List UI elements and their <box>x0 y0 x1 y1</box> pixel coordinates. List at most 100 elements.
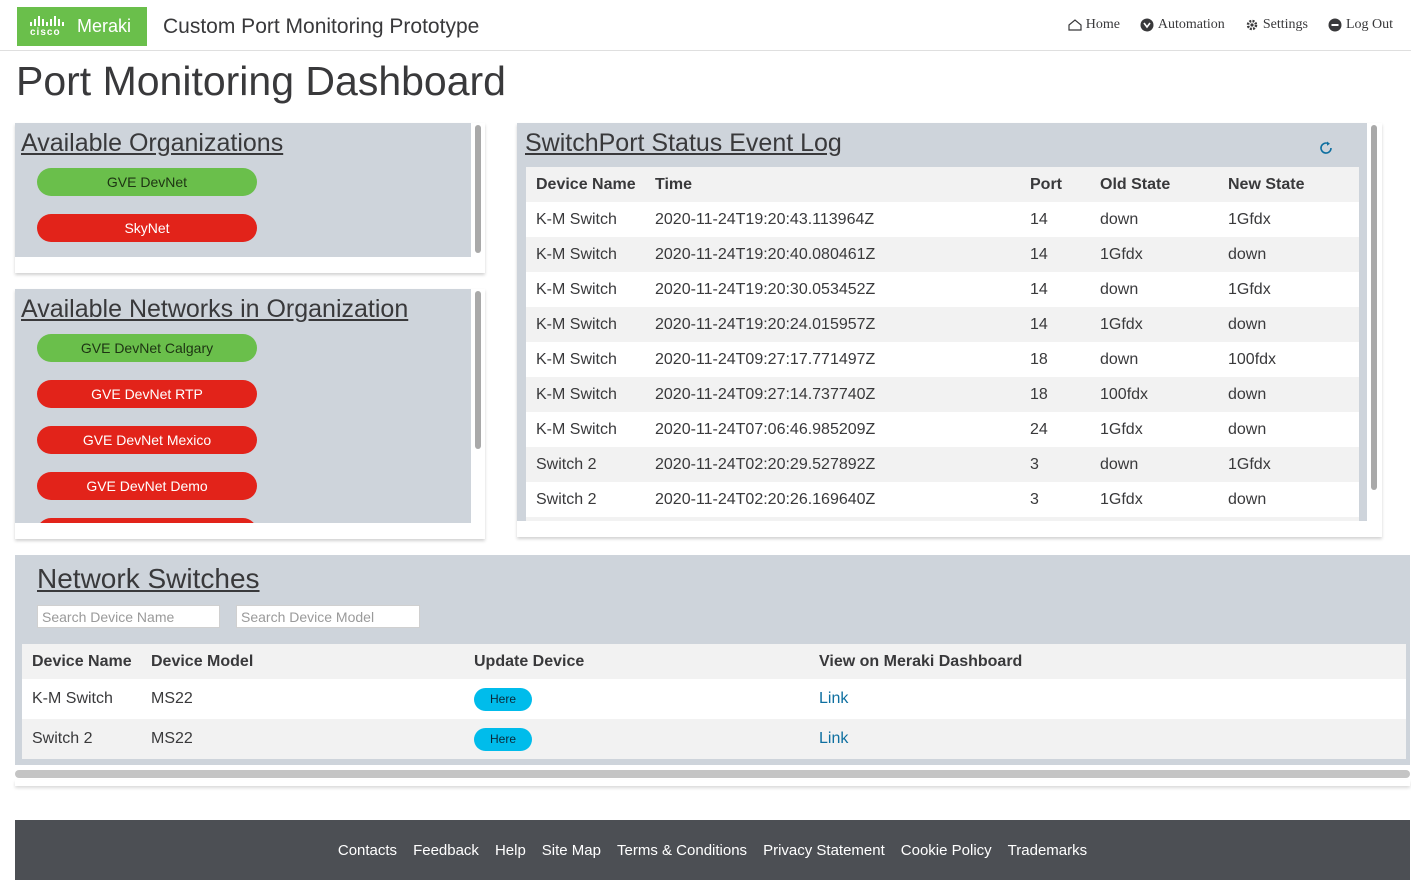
col-device-name[interactable]: Device Name <box>22 644 141 679</box>
footer-link-privacy[interactable]: Privacy Statement <box>763 842 885 859</box>
cell-new-state: 1Gfdx <box>1218 202 1359 237</box>
table-row: Switch 2 MS22 Here Link <box>22 719 1406 759</box>
cell-device-name: K-M Switch <box>526 272 645 307</box>
event-log-scrollbar[interactable] <box>1371 125 1377 490</box>
cell-time: 2020-11-24T09:27:17.771497Z <box>645 342 1020 377</box>
cell-time: 2020-11-24T19:20:40.080461Z <box>645 237 1020 272</box>
organizations-panel: Available Organizations GVE DevNet SkyNe… <box>15 123 471 257</box>
cell-old-state: 1Gfdx <box>1090 237 1218 272</box>
switches-header-row: Device Name Device Model Update Device V… <box>22 644 1406 679</box>
networks-panel: Available Networks in Organization GVE D… <box>15 289 471 523</box>
meraki-logo-text: Meraki <box>77 16 132 36</box>
col-device-model[interactable]: Device Model <box>141 644 464 679</box>
switches-horizontal-scrollbar[interactable] <box>15 770 1410 778</box>
network-button-rtp[interactable]: GVE DevNet RTP <box>37 380 257 408</box>
gear-icon <box>1246 19 1258 31</box>
org-button-skynet[interactable]: SkyNet <box>37 214 257 242</box>
nav-home[interactable]: Home <box>1068 17 1120 33</box>
organizations-title: Available Organizations <box>21 129 284 157</box>
event-log-table: Device Name Time Port Old State New Stat… <box>526 167 1359 517</box>
home-icon <box>1068 19 1082 31</box>
nav-settings[interactable]: Settings <box>1245 17 1308 33</box>
cell-port: 18 <box>1020 342 1090 377</box>
event-log-header-row: Device Name Time Port Old State New Stat… <box>526 167 1359 202</box>
cell-device-name: K-M Switch <box>526 342 645 377</box>
footer-link-contacts[interactable]: Contacts <box>338 842 397 859</box>
update-device-button[interactable]: Here <box>474 687 532 711</box>
cell-update-device: Here <box>464 679 809 719</box>
cell-time: 2020-11-24T19:20:24.015957Z <box>645 307 1020 342</box>
table-row: K-M Switch 2020-11-24T07:06:46.985209Z 2… <box>526 412 1359 447</box>
col-new-state[interactable]: New State <box>1218 167 1359 202</box>
footer-link-terms[interactable]: Terms & Conditions <box>617 842 747 859</box>
col-time[interactable]: Time <box>645 167 1020 202</box>
meraki-dashboard-link[interactable]: Link <box>819 730 848 747</box>
nav-settings-label: Settings <box>1262 17 1308 32</box>
table-row: Switch 2 2020-11-24T02:20:29.527892Z 3 d… <box>526 447 1359 482</box>
cell-view-dashboard: Link <box>809 679 1406 719</box>
cell-old-state: 1Gfdx <box>1090 307 1218 342</box>
col-view-dashboard[interactable]: View on Meraki Dashboard <box>809 644 1406 679</box>
refresh-icon[interactable] <box>1318 140 1334 156</box>
update-device-button[interactable]: Here <box>474 727 532 751</box>
cisco-meraki-logo[interactable]: cisco Meraki <box>17 7 147 46</box>
logout-icon <box>1328 18 1342 32</box>
cell-port: 24 <box>1020 412 1090 447</box>
cell-old-state: down <box>1090 342 1218 377</box>
cell-old-state: down <box>1090 202 1218 237</box>
nav-home-label: Home <box>1085 17 1120 32</box>
meraki-dashboard-link[interactable]: Link <box>819 690 848 707</box>
cell-new-state: 1Gfdx <box>1218 447 1359 482</box>
cell-time: 2020-11-24T02:20:29.527892Z <box>645 447 1020 482</box>
cell-new-state: 1Gfdx <box>1218 272 1359 307</box>
footer: Contacts Feedback Help Site Map Terms & … <box>15 820 1410 880</box>
col-port[interactable]: Port <box>1020 167 1090 202</box>
app-title: Custom Port Monitoring Prototype <box>163 15 480 38</box>
col-update-device[interactable]: Update Device <box>464 644 809 679</box>
cell-view-dashboard: Link <box>809 719 1406 759</box>
table-row: K-M Switch 2020-11-24T19:20:30.053452Z 1… <box>526 272 1359 307</box>
footer-link-help[interactable]: Help <box>495 842 526 859</box>
networks-scrollbar[interactable] <box>475 291 481 449</box>
cell-device-model: MS22 <box>141 679 464 719</box>
footer-link-cookie-policy[interactable]: Cookie Policy <box>901 842 992 859</box>
page-title: Port Monitoring Dashboard <box>16 58 506 104</box>
org-button-gve-devnet[interactable]: GVE DevNet <box>37 168 257 196</box>
organizations-scrollbar[interactable] <box>475 125 481 253</box>
search-device-name-input[interactable] <box>37 605 220 628</box>
cell-new-state: down <box>1218 412 1359 447</box>
cell-new-state: down <box>1218 377 1359 412</box>
table-row: K-M Switch MS22 Here Link <box>22 679 1406 719</box>
network-button-calgary[interactable]: GVE DevNet Calgary <box>37 334 257 362</box>
nav-logout[interactable]: Log Out <box>1328 17 1393 33</box>
col-old-state[interactable]: Old State <box>1090 167 1218 202</box>
cell-device-model: MS22 <box>141 719 464 759</box>
network-button-partial[interactable] <box>37 518 257 523</box>
network-button-demo[interactable]: GVE DevNet Demo <box>37 472 257 500</box>
table-row: K-M Switch 2020-11-24T19:20:43.113964Z 1… <box>526 202 1359 237</box>
cell-update-device: Here <box>464 719 809 759</box>
footer-link-site-map[interactable]: Site Map <box>542 842 601 859</box>
network-button-mexico[interactable]: GVE DevNet Mexico <box>37 426 257 454</box>
cell-device-name: Switch 2 <box>526 447 645 482</box>
cell-old-state: down <box>1090 272 1218 307</box>
cell-new-state: down <box>1218 237 1359 272</box>
cell-old-state: down <box>1090 447 1218 482</box>
automation-icon <box>1140 18 1154 32</box>
footer-link-feedback[interactable]: Feedback <box>413 842 479 859</box>
cell-new-state: down <box>1218 307 1359 342</box>
search-device-model-input[interactable] <box>236 605 420 628</box>
table-row: Switch 2 2020-11-24T02:20:26.169640Z 3 1… <box>526 482 1359 517</box>
cell-device-name: K-M Switch <box>526 307 645 342</box>
cell-port: 3 <box>1020 447 1090 482</box>
nav-logout-label: Log Out <box>1345 17 1393 32</box>
cell-new-state: down <box>1218 482 1359 517</box>
table-row: K-M Switch 2020-11-24T09:27:17.771497Z 1… <box>526 342 1359 377</box>
col-device-name[interactable]: Device Name <box>526 167 645 202</box>
nav-automation[interactable]: Automation <box>1140 17 1225 33</box>
nav-automation-label: Automation <box>1157 17 1225 32</box>
footer-link-trademarks[interactable]: Trademarks <box>1008 842 1087 859</box>
event-log-table-overflow <box>526 517 1359 521</box>
cell-device-name: K-M Switch <box>526 237 645 272</box>
cell-time: 2020-11-24T19:20:43.113964Z <box>645 202 1020 237</box>
